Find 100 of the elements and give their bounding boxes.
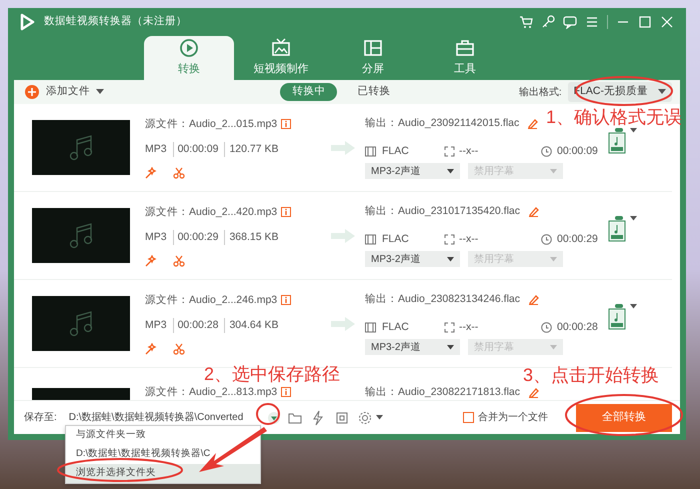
output-file-name: 输出：Audio_230822171813.flac: [365, 386, 520, 398]
source-file-name: 源文件：Audio_2...813.mp3: [145, 386, 278, 398]
merge-checkbox[interactable]: [463, 412, 474, 423]
caret-icon: [550, 256, 557, 262]
source-file-name: 源文件：Audio_2...015.mp3: [145, 116, 278, 132]
menu-item[interactable]: D:\数据蛙\数据蛙视频转换器\C: [66, 445, 260, 464]
annotation-text: 3、点击开始转换: [523, 366, 660, 384]
caret-icon[interactable]: [630, 304, 637, 308]
scissors-icon[interactable]: [173, 342, 185, 354]
info-icon[interactable]: [281, 295, 292, 306]
caret-icon: [658, 89, 666, 95]
app-logo-icon: [18, 13, 36, 31]
output-format: FLAC: [382, 144, 410, 158]
merge-label: 合并为一个文件: [478, 410, 548, 425]
menu-item[interactable]: 浏览并选择文件夹: [66, 464, 260, 483]
filter-tab[interactable]: 已转换: [345, 83, 402, 101]
output-resolution: --x--: [459, 320, 480, 334]
save-to-label: 保存至:: [24, 411, 57, 425]
arrow-icon: [331, 140, 355, 154]
music-note-icon: [68, 310, 94, 338]
magic-wand-icon[interactable]: [145, 254, 157, 266]
maximize-icon[interactable]: [638, 15, 652, 29]
output-format: FLAC: [382, 320, 410, 334]
save-path-field[interactable]: D:\数据蛙\数据蛙视频转换器\Converted: [64, 408, 260, 427]
output-duration: 00:00:09: [557, 144, 598, 158]
caret-icon[interactable]: [630, 216, 637, 220]
edit-icon[interactable]: [527, 118, 538, 130]
caret-icon[interactable]: [376, 415, 383, 420]
caret-icon: [447, 344, 454, 350]
key-icon[interactable]: [541, 15, 555, 29]
edit-icon[interactable]: [528, 206, 540, 218]
convert-icon: [179, 38, 199, 58]
magic-wand-icon[interactable]: [145, 166, 157, 178]
audio-track-dropdown[interactable]: MP3-2声道: [365, 163, 460, 180]
file-duration: 00:00:29: [172, 230, 218, 246]
info-icon[interactable]: [281, 387, 292, 397]
output-resolution: --x--: [459, 232, 480, 246]
file-duration: 00:00:28: [172, 318, 218, 334]
file-format: MP3: [145, 142, 167, 156]
chat-icon[interactable]: [563, 15, 577, 29]
arrow-icon: [331, 316, 355, 330]
tab[interactable]: 短视频制作: [236, 36, 326, 80]
output-duration: 00:00:28: [557, 320, 598, 334]
audio-track-dropdown[interactable]: MP3-2声道: [365, 339, 460, 356]
tab[interactable]: 分屏: [328, 36, 418, 80]
audio-track-dropdown[interactable]: MP3-2声道: [365, 251, 460, 268]
chip-off-icon[interactable]: [334, 410, 350, 426]
film-icon: [365, 146, 376, 157]
menu-icon[interactable]: [585, 15, 599, 29]
magic-wand-icon[interactable]: [145, 342, 157, 354]
file-duration: 00:00:09: [172, 142, 218, 158]
toolbox-icon: [455, 38, 475, 58]
output-duration: 00:00:29: [557, 232, 598, 246]
flac-file-icon[interactable]: [608, 216, 626, 242]
tab[interactable]: 工具: [420, 36, 510, 80]
caret-icon: [447, 168, 454, 174]
flac-file-icon[interactable]: [608, 304, 626, 330]
output-format-label: 输出格式:: [518, 86, 562, 100]
info-icon[interactable]: [281, 119, 292, 130]
filter-tab[interactable]: 转换中: [280, 83, 338, 101]
file-size: 304.64 KB: [224, 318, 279, 334]
file-format: MP3: [145, 230, 167, 244]
clock-icon: [541, 146, 552, 157]
dropdown-icon[interactable]: [268, 412, 280, 424]
split-screen-icon: [363, 38, 383, 58]
resize-icon: [444, 322, 455, 333]
music-note-icon: [68, 222, 94, 250]
info-icon[interactable]: [281, 207, 292, 218]
flac-file-icon[interactable]: [608, 128, 626, 154]
tab[interactable]: 转换: [144, 36, 234, 80]
folder-icon[interactable]: [288, 412, 302, 424]
cart-icon[interactable]: [519, 15, 533, 29]
arrow-icon: [331, 228, 355, 242]
file-format: MP3: [145, 318, 167, 332]
add-icon[interactable]: [24, 84, 40, 100]
close-icon[interactable]: [660, 15, 674, 29]
menu-item[interactable]: 与源文件夹一致: [66, 426, 260, 445]
scissors-icon[interactable]: [173, 254, 185, 266]
caret-icon: [550, 168, 557, 174]
edit-icon[interactable]: [528, 386, 540, 398]
caret-icon[interactable]: [96, 89, 104, 95]
film-icon: [365, 234, 376, 245]
output-resolution: --x--: [459, 144, 480, 158]
clock-icon: [541, 322, 552, 333]
source-file-name: 源文件：Audio_2...246.mp3: [145, 292, 278, 308]
source-file-name: 源文件：Audio_2...420.mp3: [145, 204, 278, 220]
add-file-button[interactable]: 添加文件: [46, 84, 90, 100]
annotation-text: 2、选中保存路径: [204, 365, 340, 383]
film-icon: [365, 322, 376, 333]
caret-icon: [550, 344, 557, 350]
music-note-icon: [68, 134, 94, 162]
output-file-name: 输出：Audio_230823134246.flac: [365, 292, 520, 307]
scissors-icon[interactable]: [173, 166, 185, 178]
resize-icon: [444, 146, 455, 157]
settings-icon[interactable]: [358, 410, 372, 424]
edit-icon[interactable]: [528, 294, 540, 306]
window-title: 数据蛙视频转换器（未注册）: [44, 14, 187, 30]
file-size: 120.77 KB: [224, 142, 279, 158]
caret-icon[interactable]: [630, 128, 637, 132]
output-file-name: 输出：Audio_231017135420.flac: [365, 204, 520, 219]
